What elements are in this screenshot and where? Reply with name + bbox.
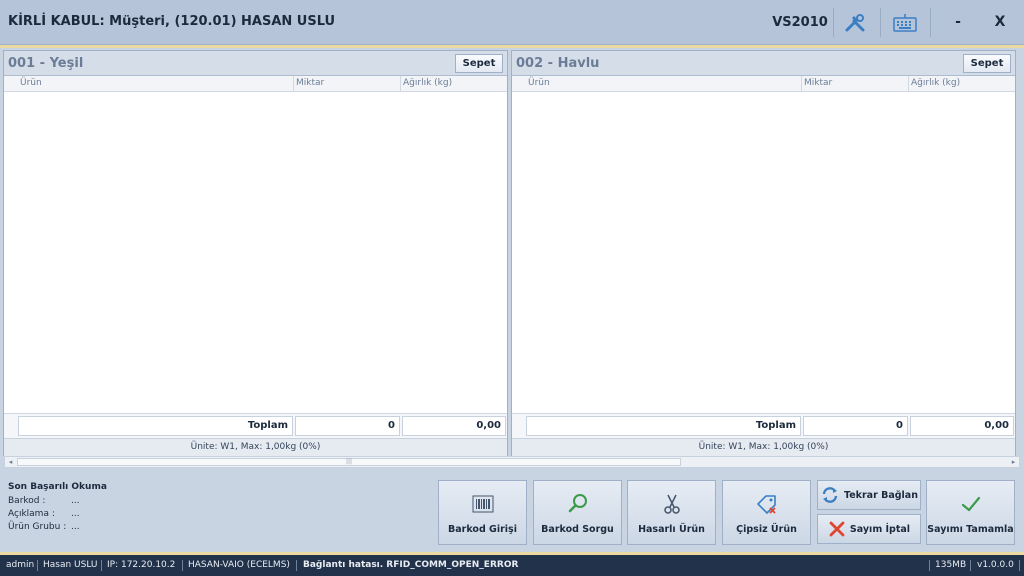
- tools-icon: [845, 13, 865, 31]
- total-quantity: 0: [803, 416, 908, 436]
- status-separator: [296, 560, 297, 571]
- scroll-thumb[interactable]: |||: [17, 458, 681, 466]
- panel-header: 001 - Yeşil Sepet: [4, 51, 507, 76]
- barcode-label: Barkod :: [8, 496, 46, 506]
- keyboard-icon: [893, 13, 917, 32]
- settings-button[interactable]: [835, 8, 875, 37]
- status-separator: [970, 560, 971, 571]
- status-separator: [929, 560, 930, 571]
- column-divider: [801, 76, 802, 92]
- window-title: KİRLİ KABUL: Müşteri, (120.01) HASAN USL…: [8, 14, 336, 29]
- panel-title: 002 - Havlu: [516, 56, 600, 71]
- total-weight: 0,00: [402, 416, 506, 436]
- cancel-count-button[interactable]: Sayım İptal: [817, 514, 921, 544]
- refresh-icon: [822, 487, 838, 503]
- description-label: Açıklama :: [8, 509, 55, 519]
- barcode-query-button[interactable]: Barkod Sorgu: [533, 480, 622, 545]
- minimize-button[interactable]: -: [940, 8, 976, 37]
- panel-title: 001 - Yeşil: [8, 56, 84, 71]
- last-read-row: Ürün Grubu : ...: [8, 522, 107, 535]
- total-weight: 0,00: [910, 416, 1014, 436]
- status-bar: admin Hasan USLU IP: 172.20.10.2 HASAN-V…: [0, 555, 1024, 576]
- sepet-button[interactable]: Sepet: [963, 54, 1011, 73]
- status-user: admin: [6, 560, 35, 570]
- column-header: Ürün Miktar Ağırlık (kg): [4, 76, 507, 92]
- status-memory: 135MB: [935, 560, 967, 570]
- check-icon: [961, 496, 980, 512]
- product-group-label: Ürün Grubu :: [8, 522, 67, 532]
- basket-panel-1: 001 - Yeşil Sepet Ürün Miktar Ağırlık (k…: [3, 50, 508, 456]
- status-ip: IP: 172.20.10.2: [107, 560, 176, 570]
- status-separator: [182, 560, 183, 571]
- title-separator: [880, 8, 881, 37]
- unit-info: Ünite: W1, Max: 1,00kg (0%): [4, 438, 507, 456]
- cancel-icon: [829, 521, 845, 537]
- column-agirlik[interactable]: Ağırlık (kg): [403, 78, 452, 88]
- column-divider: [400, 76, 401, 92]
- damaged-item-button[interactable]: Hasarlı Ürün: [627, 480, 716, 545]
- barcode-entry-label: Barkod Girişi: [448, 524, 517, 535]
- cancel-count-label: Sayım İptal: [849, 523, 911, 535]
- action-area: Son Başarılı Okuma Barkod : ... Açıklama…: [0, 470, 1024, 552]
- status-version: v1.0.0.0: [977, 560, 1014, 570]
- reconnect-button[interactable]: Tekrar Bağlan: [817, 480, 921, 510]
- status-separator: [101, 560, 102, 571]
- horizontal-scrollbar[interactable]: ◂ ||| ▸: [4, 456, 1020, 468]
- scroll-right-icon[interactable]: ▸: [1008, 457, 1019, 467]
- total-quantity: 0: [295, 416, 400, 436]
- last-read-row: Açıklama : ...: [8, 509, 107, 522]
- last-read-info: Son Başarılı Okuma Barkod : ... Açıklama…: [8, 482, 107, 535]
- total-label: Toplam: [18, 416, 293, 436]
- column-divider: [908, 76, 909, 92]
- item-grid[interactable]: [512, 92, 1015, 414]
- total-row: Toplam 0 0,00: [512, 413, 1015, 438]
- scroll-left-icon[interactable]: ◂: [5, 457, 16, 467]
- device-code: VS2010: [772, 15, 828, 30]
- accent-line: [0, 45, 1024, 48]
- reconnect-label: Tekrar Bağlan: [844, 489, 918, 501]
- finish-count-button[interactable]: Sayımı Tamamla: [926, 480, 1015, 545]
- chipless-item-label: Çipsiz Ürün: [736, 524, 797, 535]
- barcode-icon: [472, 495, 493, 513]
- panel-header: 002 - Havlu Sepet: [512, 51, 1015, 76]
- keyboard-button[interactable]: [885, 8, 925, 37]
- title-separator: [930, 8, 931, 37]
- scissors-icon: [663, 494, 680, 514]
- column-header: Ürün Miktar Ağırlık (kg): [512, 76, 1015, 92]
- status-separator: [1019, 560, 1020, 571]
- item-grid[interactable]: [4, 92, 507, 414]
- finish-count-label: Sayımı Tamamla: [927, 524, 1014, 535]
- barcode-entry-button[interactable]: Barkod Girişi: [438, 480, 527, 545]
- last-read-row: Barkod : ...: [8, 496, 107, 509]
- product-group-value: ...: [71, 522, 80, 532]
- barcode-query-label: Barkod Sorgu: [541, 524, 614, 535]
- barcode-value: ...: [71, 496, 80, 506]
- status-error: Bağlantı hatası. RFID_COMM_OPEN_ERROR: [303, 560, 519, 570]
- close-button[interactable]: X: [982, 8, 1018, 37]
- search-icon: [568, 494, 587, 513]
- status-host: HASAN-VAIO (ECELMS): [188, 560, 290, 570]
- tag-icon: [756, 495, 776, 514]
- column-urun[interactable]: Ürün: [528, 78, 550, 88]
- column-urun[interactable]: Ürün: [20, 78, 42, 88]
- total-label: Toplam: [526, 416, 801, 436]
- total-row: Toplam 0 0,00: [4, 413, 507, 438]
- title-separator: [833, 8, 834, 37]
- description-value: ...: [71, 509, 80, 519]
- chipless-item-button[interactable]: Çipsiz Ürün: [722, 480, 811, 545]
- sepet-button[interactable]: Sepet: [455, 54, 503, 73]
- column-agirlik[interactable]: Ağırlık (kg): [911, 78, 960, 88]
- status-name: Hasan USLU: [43, 560, 98, 570]
- status-separator: [37, 560, 38, 571]
- unit-info: Ünite: W1, Max: 1,00kg (0%): [512, 438, 1015, 456]
- basket-panel-2: 002 - Havlu Sepet Ürün Miktar Ağırlık (k…: [511, 50, 1016, 456]
- damaged-item-label: Hasarlı Ürün: [638, 524, 705, 535]
- title-bar: KİRLİ KABUL: Müşteri, (120.01) HASAN USL…: [0, 0, 1024, 45]
- column-miktar[interactable]: Miktar: [296, 78, 324, 88]
- column-divider: [293, 76, 294, 92]
- last-read-title: Son Başarılı Okuma: [8, 482, 107, 492]
- column-miktar[interactable]: Miktar: [804, 78, 832, 88]
